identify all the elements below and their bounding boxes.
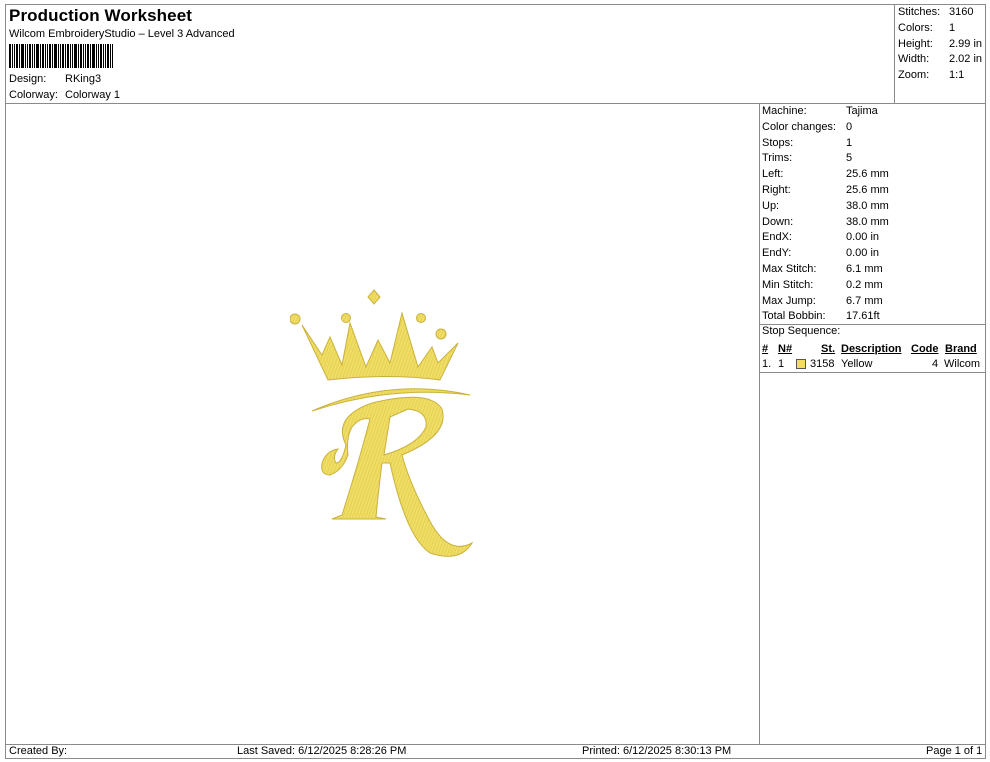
- info-label: Machine:: [762, 105, 807, 117]
- stitches-label: Stitches:: [898, 6, 941, 18]
- col-stitches: St.: [821, 343, 836, 355]
- crown-icon: [290, 289, 471, 412]
- height-row: Height: 2.99 in: [898, 37, 982, 53]
- info-row-total-bobbin: Total Bobbin: 17.61ft: [762, 309, 889, 325]
- software-name: Wilcom EmbroideryStudio – Level 3 Advanc…: [9, 28, 235, 40]
- footer-last-saved: Last Saved: 6/12/2025 8:28:26 PM: [237, 745, 407, 757]
- info-value: 1: [846, 136, 853, 149]
- col-description: Description: [841, 343, 902, 355]
- info-row-stops: Stops: 1: [762, 136, 889, 152]
- col-num: #: [762, 343, 769, 355]
- zoom-label: Zoom:: [898, 69, 930, 82]
- info-value: 5: [846, 152, 853, 165]
- height-value: 2.99 in: [949, 37, 983, 50]
- stop-divider: [759, 372, 986, 373]
- summary-divider: [894, 4, 895, 104]
- row-code: 4: [932, 358, 939, 370]
- info-value: 6.1 mm: [846, 262, 883, 275]
- col-code: Code: [911, 343, 939, 355]
- info-row-max-stitch: Max Stitch: 6.1 mm: [762, 262, 889, 278]
- barcode: [9, 44, 113, 68]
- info-row-up: Up: 38.0 mm: [762, 199, 889, 215]
- design-row: Design: RKing3: [9, 73, 101, 85]
- info-label: Stops:: [762, 136, 794, 149]
- info-value: Tajima: [846, 105, 878, 117]
- height-label: Height:: [898, 37, 933, 50]
- info-row-min-stitch: Min Stitch: 0.2 mm: [762, 278, 889, 294]
- col-brand: Brand: [945, 343, 977, 355]
- info-value: 38.0 mm: [846, 199, 889, 212]
- zoom-row: Zoom: 1:1: [898, 68, 982, 84]
- color-swatch: [796, 359, 806, 369]
- info-value: 38.0 mm: [846, 215, 889, 228]
- row-description: Yellow: [841, 358, 873, 370]
- info-value: 0: [846, 120, 853, 133]
- info-value: 0.2 mm: [846, 278, 883, 291]
- embroidery-design-preview: [290, 289, 474, 557]
- info-label: Max Stitch:: [762, 262, 817, 275]
- row-num: 1.: [762, 358, 772, 370]
- info-label: EndX:: [762, 231, 792, 244]
- letter-r-monogram: [321, 396, 474, 557]
- design-value: RKing3: [65, 73, 102, 85]
- stitches-row: Stitches: 3160: [898, 5, 982, 21]
- info-row-endy: EndY: 0.00 in: [762, 246, 889, 262]
- info-label: Min Stitch:: [762, 278, 814, 291]
- info-label: Trims:: [762, 152, 793, 165]
- info-label: Down:: [762, 215, 794, 228]
- info-row-endx: EndX: 0.00 in: [762, 230, 889, 246]
- colors-value: 1: [949, 21, 956, 34]
- info-label: EndY:: [762, 247, 792, 260]
- info-label: Up:: [762, 199, 780, 212]
- width-row: Width: 2.02 in: [898, 52, 982, 68]
- info-label: Max Jump:: [762, 294, 816, 307]
- footer-divider: [5, 744, 986, 745]
- info-value: 17.61ft: [846, 310, 880, 323]
- colors-row: Colors: 1: [898, 21, 982, 37]
- info-row-down: Down: 38.0 mm: [762, 215, 889, 231]
- row-stitches: 3158: [810, 358, 835, 370]
- colorway-label: Colorway:: [9, 89, 58, 101]
- info-row-right: Right: 25.6 mm: [762, 183, 889, 199]
- colorway-value: Colorway 1: [65, 89, 121, 101]
- info-value: 0.00 in: [846, 247, 880, 260]
- footer-printed: Printed: 6/12/2025 8:30:13 PM: [582, 745, 732, 757]
- info-label: Right:: [762, 183, 791, 196]
- info-label: Total Bobbin:: [762, 310, 826, 323]
- info-value: 0.00 in: [846, 231, 880, 244]
- info-row-max-jump: Max Jump: 6.7 mm: [762, 294, 889, 310]
- footer-created-by: Created By:: [9, 745, 68, 757]
- info-value: 25.6 mm: [846, 168, 889, 181]
- sidebar-divider: [759, 103, 760, 744]
- col-needle: N#: [778, 343, 793, 355]
- info-row-machine: Machine: Tajima: [762, 104, 889, 120]
- info-label: Color changes:: [762, 120, 836, 133]
- width-label: Width:: [898, 53, 930, 66]
- info-row-color-changes: Color changes: 0: [762, 120, 889, 136]
- machine-info-panel: Machine: Tajima Color changes: 0 Stops: 1 T…: [762, 104, 889, 325]
- info-value: 25.6 mm: [846, 183, 889, 196]
- colorway-row: Colorway: Colorway 1: [9, 89, 120, 101]
- zoom-value: 1:1: [949, 69, 965, 82]
- info-label: Left:: [762, 168, 784, 181]
- footer-page-number: Page 1 of 1: [926, 745, 983, 757]
- colors-label: Colors:: [898, 21, 933, 34]
- design-label: Design:: [9, 73, 47, 85]
- row-needle: 1: [778, 358, 785, 370]
- info-value: 6.7 mm: [846, 294, 883, 307]
- stop-sequence-label: Stop Sequence:: [762, 325, 841, 337]
- page-title: Production Worksheet: [9, 6, 193, 25]
- info-row-trims: Trims: 5: [762, 151, 889, 167]
- row-brand: Wilcom: [944, 358, 981, 370]
- width-value: 2.02 in: [949, 53, 983, 66]
- summary-panel: Stitches: 3160 Colors: 1 Height: 2.99 in Wi…: [898, 5, 982, 84]
- stitches-value: 3160: [949, 6, 974, 18]
- info-row-left: Left: 25.6 mm: [762, 167, 889, 183]
